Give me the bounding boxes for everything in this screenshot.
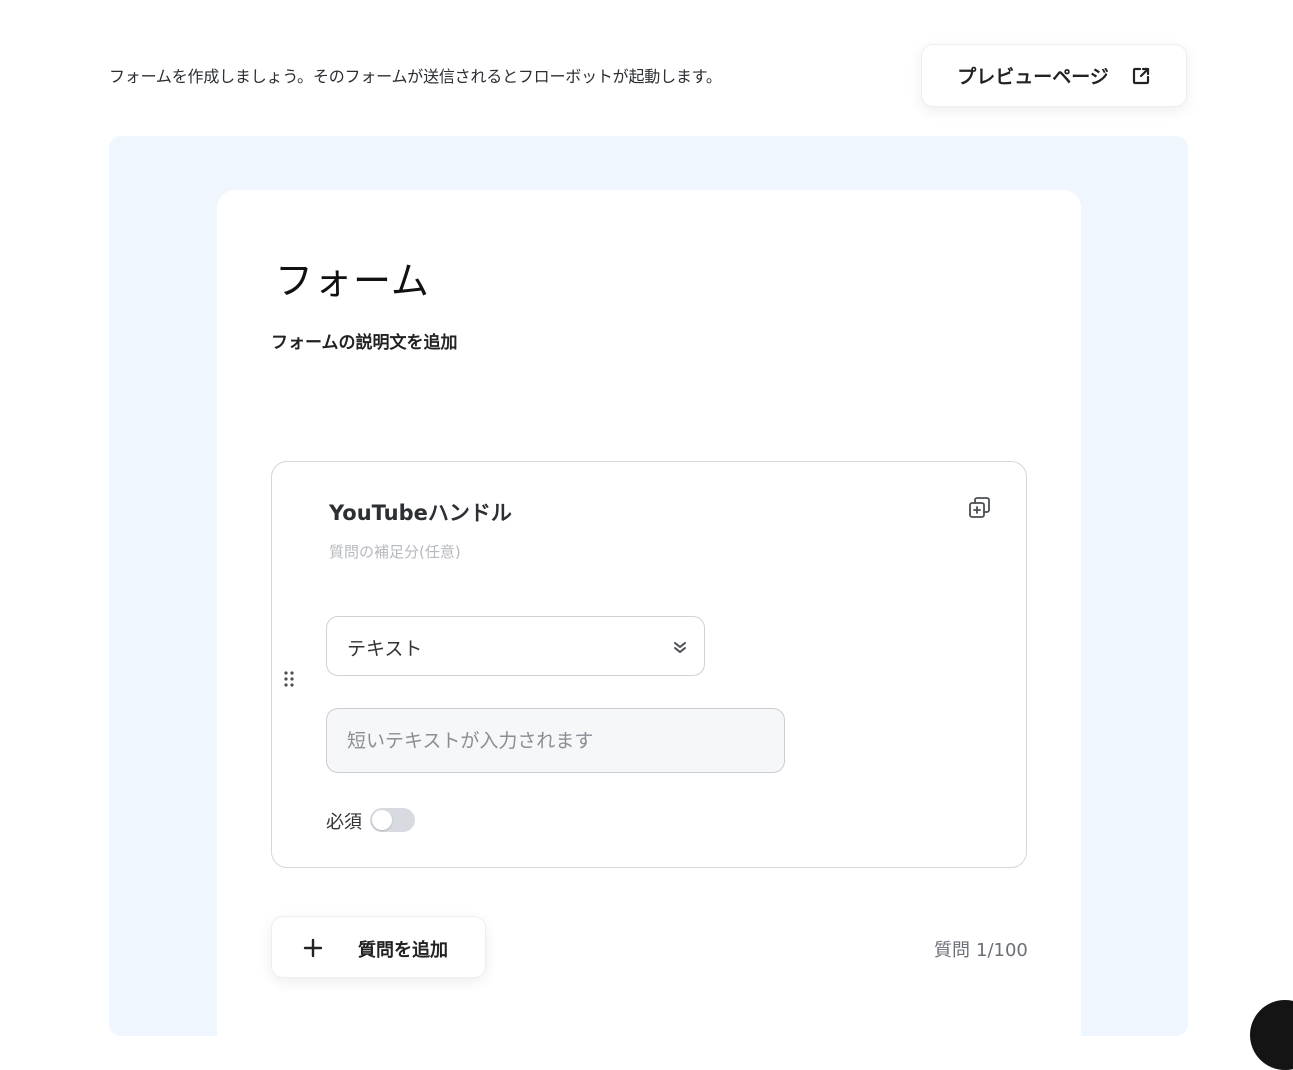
- help-chat-button[interactable]: [1250, 1000, 1293, 1070]
- form-title[interactable]: フォーム: [275, 250, 430, 305]
- drag-handle-icon[interactable]: [283, 670, 295, 688]
- chevron-double-down-icon: [672, 639, 688, 659]
- question-title[interactable]: YouTubeハンドル: [329, 497, 512, 527]
- question-count: 質問 1/100: [934, 936, 1028, 962]
- question-supplement-field[interactable]: 質問の補足分(任意): [329, 541, 461, 562]
- add-question-button[interactable]: 質問を追加: [271, 916, 486, 978]
- question-type-select[interactable]: テキスト: [326, 616, 705, 676]
- plus-icon: [303, 938, 323, 962]
- required-label: 必須: [326, 812, 362, 833]
- answer-preview-input[interactable]: [326, 708, 785, 773]
- question-type-value: テキスト: [347, 638, 423, 660]
- preview-button-label: プレビューページ: [957, 66, 1109, 88]
- question-count-label: 質問: [934, 940, 970, 961]
- duplicate-icon[interactable]: [967, 495, 993, 521]
- preview-page-button[interactable]: プレビューページ: [921, 44, 1187, 107]
- required-toggle[interactable]: [370, 808, 415, 832]
- form-description-field[interactable]: フォームの説明文を追加: [271, 328, 458, 353]
- toggle-knob: [372, 810, 392, 830]
- external-link-icon: [1131, 66, 1151, 86]
- add-question-label: 質問を追加: [358, 940, 448, 961]
- question-count-value: 1/100: [976, 940, 1028, 961]
- intro-text: フォームを作成しましょう。そのフォームが送信されるとフローボットが起動します。: [109, 67, 722, 86]
